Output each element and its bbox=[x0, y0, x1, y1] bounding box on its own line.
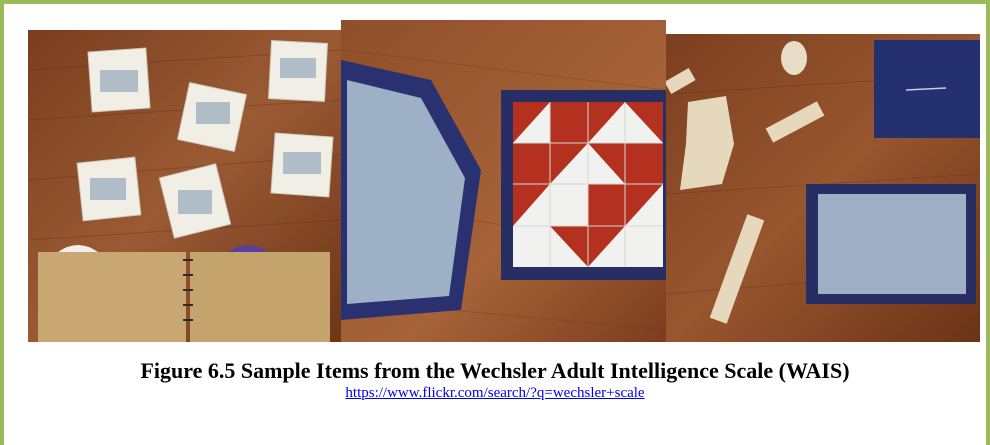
figure-caption: Figure 6.5 Sample Items from the Wechsle… bbox=[140, 358, 850, 383]
photo-strip bbox=[28, 20, 980, 342]
frame-top-border bbox=[0, 0, 990, 4]
source-link[interactable]: https://www.flickr.com/search/?q=wechsle… bbox=[0, 385, 990, 402]
picture-completion-cards-photo bbox=[28, 30, 341, 342]
block-design-photo bbox=[341, 20, 666, 342]
object-assembly-photo bbox=[666, 34, 980, 342]
